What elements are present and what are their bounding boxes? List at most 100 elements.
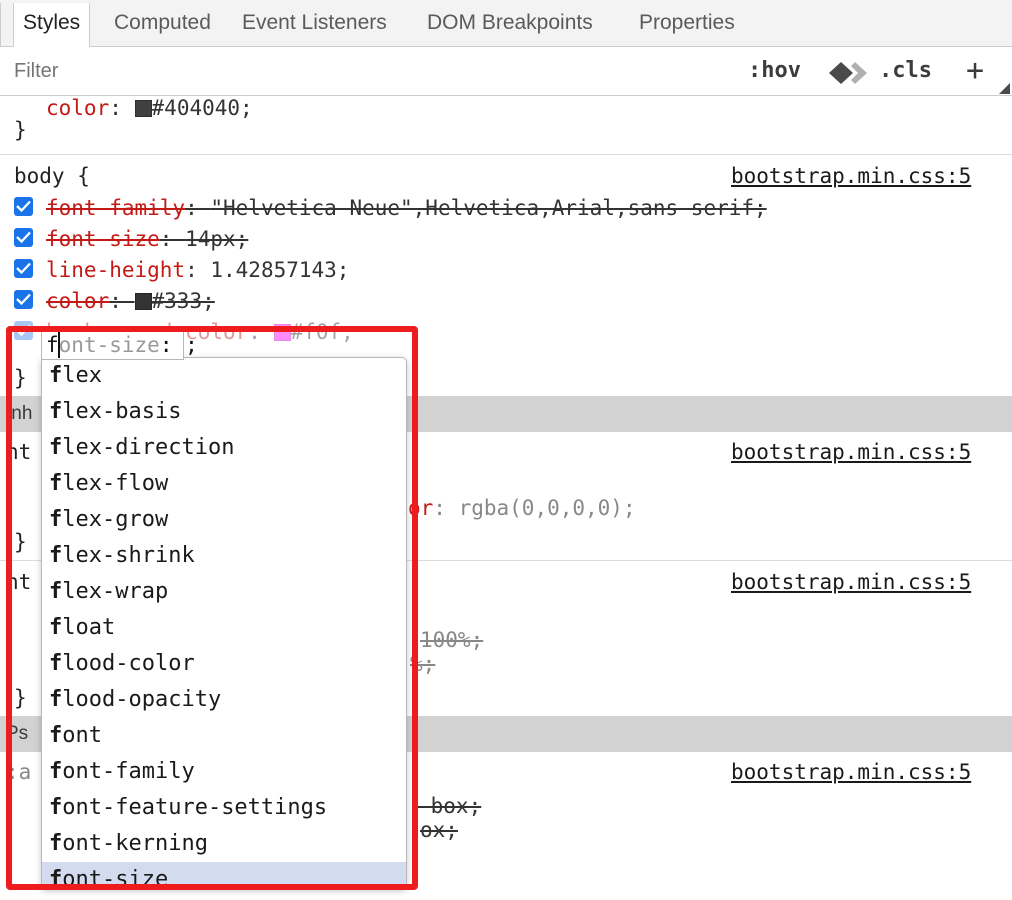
declaration-color[interactable]: color: #333; (46, 285, 215, 317)
property-name: font-family (46, 196, 186, 220)
declaration-tail-3[interactable]: %; (410, 648, 435, 680)
item-rest: lood-opacity (62, 687, 222, 712)
color-swatch[interactable] (273, 324, 291, 341)
match-prefix: f (49, 471, 63, 496)
autocomplete-item[interactable]: flood-opacity (42, 682, 406, 718)
rule-selector-body[interactable]: body { (14, 160, 90, 192)
inherited-section-label: Inh (6, 403, 33, 424)
property-colon: : (109, 96, 122, 120)
autocomplete-item[interactable]: flex-wrap (42, 574, 406, 610)
autocomplete-item[interactable]: font-feature-settings (42, 790, 406, 826)
property-value: #333; (151, 289, 215, 313)
rule-origin-link[interactable]: bootstrap.min.css:5 (731, 160, 971, 192)
tab-styles[interactable]: Styles (13, 3, 91, 47)
property-name: color (46, 289, 110, 313)
declaration-font-family[interactable]: font-family: "Helvetica Neue",Helvetica,… (46, 192, 767, 224)
item-rest: lex-wrap (62, 579, 169, 604)
match-prefix: f (49, 543, 63, 568)
match-prefix: f (49, 759, 63, 784)
declaration-color-404040[interactable]: color: #404040; (46, 96, 253, 124)
styles-toolbar: :hov .cls + (0, 47, 1012, 96)
property-name: color (46, 96, 110, 120)
rule-origin-link[interactable]: bootstrap.min.css:5 (731, 436, 971, 468)
property-value: 1.42857143; (210, 258, 350, 282)
property-value: 14px; (185, 227, 249, 251)
declaration-checkbox[interactable] (14, 290, 33, 309)
typed-text: f (46, 333, 59, 357)
declaration-checkbox[interactable] (14, 321, 33, 340)
autocomplete-item[interactable]: font-family (42, 754, 406, 790)
rule-origin-link[interactable]: bootstrap.min.css:5 (731, 756, 971, 788)
edit-colon: : (159, 333, 173, 357)
pseudo-section-label: Ps (6, 723, 29, 744)
color-swatch[interactable] (134, 293, 152, 310)
match-prefix: f (49, 579, 63, 604)
devtools-tab-bar: Styles Computed Event Listeners DOM Brea… (0, 0, 1012, 47)
autocomplete-item[interactable]: flex-flow (42, 466, 406, 502)
rule-origin-link[interactable]: bootstrap.min.css:5 (731, 566, 971, 598)
item-rest: lex-direction (62, 435, 235, 460)
match-prefix: f (49, 831, 63, 856)
match-prefix: f (49, 363, 63, 388)
property-name: line-height (46, 258, 186, 282)
autocomplete-scrollbar[interactable] (401, 358, 406, 888)
autocomplete-item[interactable]: flood-color (42, 646, 406, 682)
property-name-edit-text: font-size: ; (46, 331, 198, 359)
item-rest: ont-family (62, 759, 195, 784)
autocomplete-item[interactable]: flex-basis (42, 394, 406, 430)
filter-input[interactable] (12, 59, 516, 84)
autocomplete-item[interactable]: flex-shrink (42, 538, 406, 574)
property-value: "Helvetica Neue",Helvetica,Arial,sans-se… (210, 196, 767, 220)
text-caret (58, 332, 60, 358)
declaration-checkbox[interactable] (14, 197, 33, 216)
rule-divider (0, 154, 1012, 155)
element-classes-button[interactable]: .cls (879, 58, 932, 83)
edit-semicolon: ; (185, 333, 198, 357)
rule-close-brace-1: } (14, 530, 27, 554)
declaration-tail-5[interactable]: ox; (420, 814, 458, 846)
declaration-checkbox[interactable] (14, 259, 33, 278)
match-prefix: f (49, 723, 63, 748)
autocomplete-item[interactable]: flex-direction (42, 430, 406, 466)
item-rest: loat (62, 615, 116, 640)
tab-properties[interactable]: Properties (630, 3, 744, 46)
new-style-rule-button[interactable]: + (966, 53, 984, 88)
ghost-suggestion: ont-size (58, 333, 160, 357)
item-rest: ont-feature-settings (62, 795, 328, 820)
autocomplete-item-selected[interactable]: font-size (42, 862, 406, 889)
autocomplete-item[interactable]: font-kerning (42, 826, 406, 862)
declaration-line-height[interactable]: line-height: 1.42857143; (46, 254, 349, 286)
item-rest: ont-kerning (62, 831, 208, 856)
autocomplete-dropdown[interactable]: flex flex-basis flex-direction flex-flow… (41, 357, 407, 889)
tab-computed[interactable]: Computed (105, 3, 220, 46)
match-prefix: f (49, 435, 63, 460)
tab-event-listeners[interactable]: Event Listeners (233, 3, 396, 46)
layers-icon[interactable] (828, 61, 870, 85)
color-swatch[interactable] (134, 100, 152, 117)
match-prefix: f (49, 399, 63, 424)
match-prefix: f (49, 651, 63, 676)
autocomplete-item[interactable]: float (42, 610, 406, 646)
inherited-rule-selector-1[interactable]: ht (6, 436, 31, 468)
item-rest: lex (62, 363, 102, 388)
rule-close-brace-body: } (14, 366, 27, 390)
pseudo-rule-selector[interactable]: :a (6, 756, 31, 788)
item-rest: ont (62, 723, 102, 748)
declaration-font-size[interactable]: font-size: 14px; (46, 223, 248, 255)
item-rest: lex-grow (62, 507, 169, 532)
item-rest: lex-flow (62, 471, 169, 496)
match-prefix: f (49, 867, 63, 889)
inherited-rule-selector-2[interactable]: ht (6, 566, 31, 598)
item-rest: ont-size (62, 867, 169, 889)
tab-dom-breakpoints[interactable]: DOM Breakpoints (418, 3, 602, 46)
autocomplete-item[interactable]: flex-grow (42, 502, 406, 538)
autocomplete-item[interactable]: font (42, 718, 406, 754)
toggle-element-state-button[interactable]: :hov (748, 58, 801, 83)
item-rest: lex-basis (62, 399, 182, 424)
match-prefix: f (49, 795, 63, 820)
item-rest: lex-shrink (62, 543, 195, 568)
resize-grip-icon[interactable] (999, 83, 1010, 94)
declaration-checkbox[interactable] (14, 228, 33, 247)
declaration-tail-1[interactable]: or: rgba(0,0,0,0); (408, 492, 636, 524)
autocomplete-item[interactable]: flex (42, 358, 406, 394)
